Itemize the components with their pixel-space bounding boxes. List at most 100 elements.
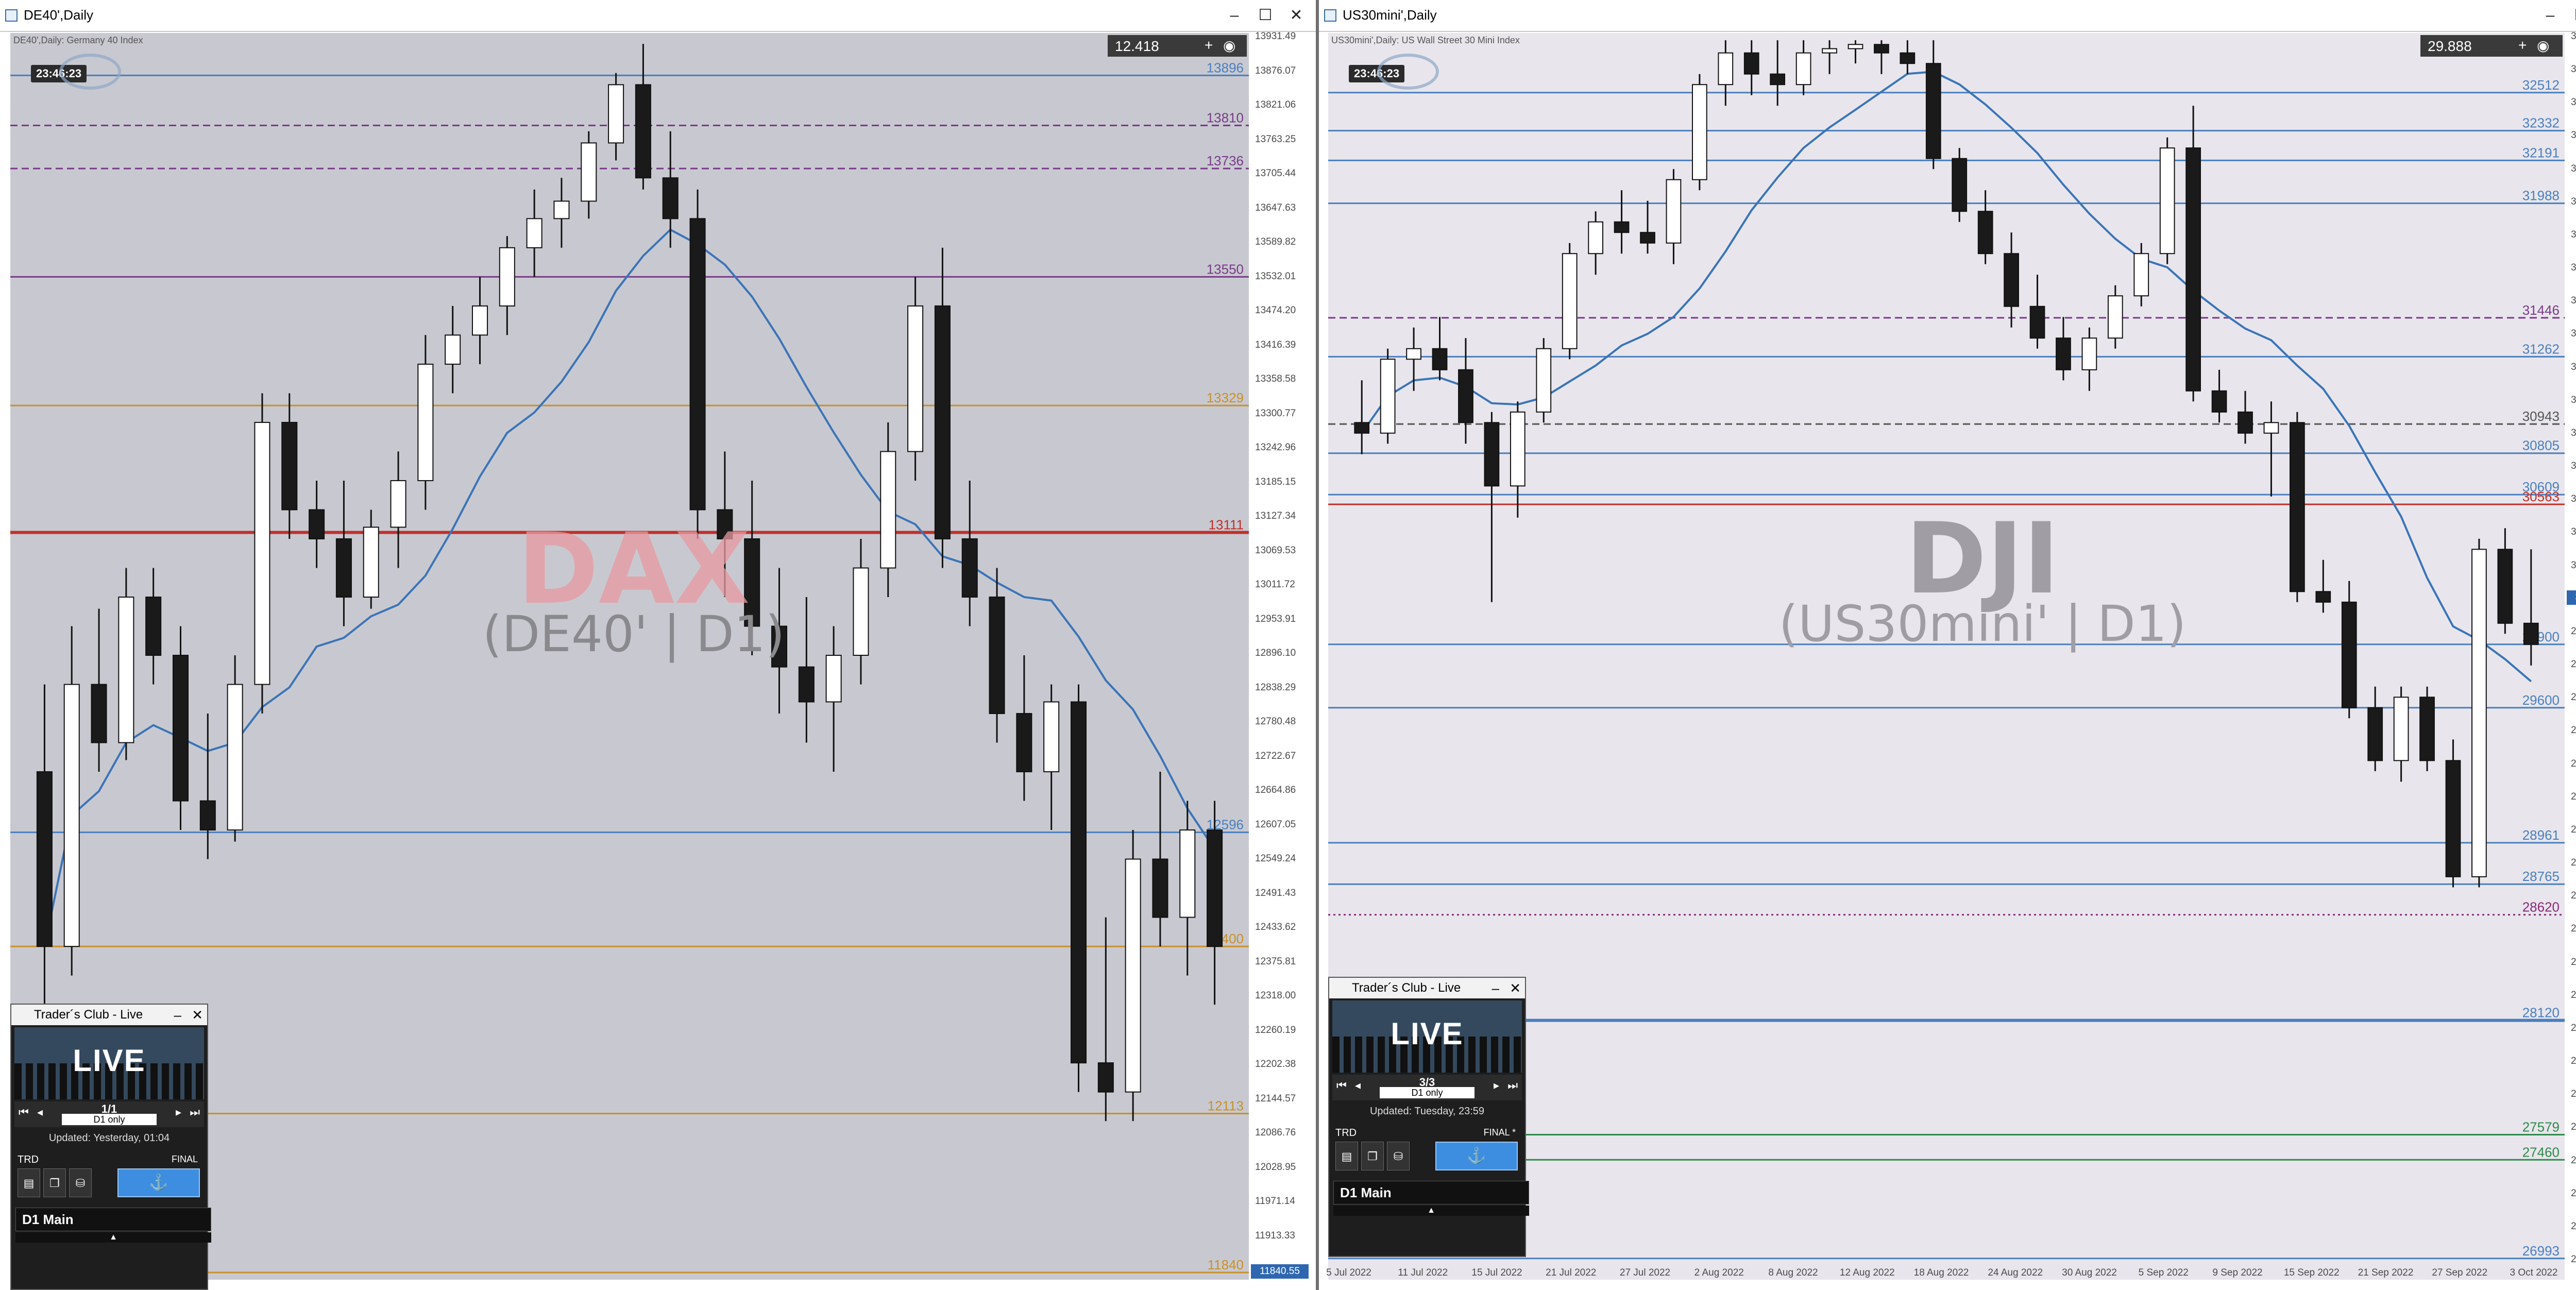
candle-body <box>2159 147 2175 254</box>
candle-body <box>744 538 760 627</box>
candle-body <box>1179 829 1196 918</box>
last-page-icon[interactable]: ⏭ <box>190 1106 200 1119</box>
panel-header[interactable]: Trader´s Club - Live – ✕ <box>1329 978 1525 998</box>
price-tick-label: 30577.53 <box>2571 494 2576 505</box>
candle-body <box>2419 697 2435 761</box>
candle-body <box>1432 348 1448 370</box>
price-tick-label: 27147.51 <box>2571 1220 2576 1232</box>
page-navigator[interactable]: ⏮ ◂ 1/1 D1 only ▸ ⏭ <box>14 1101 204 1127</box>
price-tick-label: 27615.24 <box>2571 1122 2576 1133</box>
page-navigator[interactable]: ⏮ ◂ 3/3 D1 only ▸ ⏭ <box>1332 1075 1522 1100</box>
moving-average-line <box>43 228 1216 947</box>
traders-club-panel-left[interactable]: Trader´s Club - Live – ✕ LIVE ⏮ ◂ 1/1 D1… <box>10 1004 211 1290</box>
minimize-button[interactable]: – <box>2536 4 2565 27</box>
dji-spread-box[interactable]: 29.888 + ◉ <box>2420 35 2563 57</box>
candle-body <box>2211 390 2227 413</box>
minimize-button[interactable]: – <box>1220 4 1249 27</box>
price-tick-label: 29018.43 <box>2571 824 2576 835</box>
price-tick-label: 32604.36 <box>2571 64 2576 75</box>
level-label-29600: 29600 <box>2522 692 2560 708</box>
candle-body <box>172 655 189 802</box>
next-page-icon[interactable]: ▸ <box>176 1106 181 1119</box>
live-banner: LIVE <box>14 1027 204 1099</box>
panel-close-button[interactable]: ✕ <box>1510 978 1521 998</box>
price-tick-label: 27927.06 <box>2571 1056 2576 1067</box>
panel-minimize-button[interactable]: – <box>174 1005 181 1025</box>
maximize-button[interactable]: ☐ <box>2567 4 2576 27</box>
date-tick-label: 27 Jul 2022 <box>1619 1267 1671 1278</box>
level-label-28961: 28961 <box>2522 827 2560 843</box>
price-tick-label: 13300.77 <box>1255 408 1296 419</box>
d1-only-label: D1 only <box>62 1114 157 1125</box>
windows-icon[interactable]: ❐ <box>1361 1142 1384 1170</box>
price-tick-label: 12838.29 <box>1255 682 1296 693</box>
price-tick-label: 12896.10 <box>1255 648 1296 658</box>
candle-body <box>335 538 352 598</box>
date-tick-label: 18 Aug 2022 <box>1913 1267 1969 1278</box>
price-tick-label: 28706.61 <box>2571 890 2576 902</box>
plus-icon[interactable]: + <box>1205 37 1213 54</box>
anchor-button[interactable]: ⚓ <box>117 1168 200 1197</box>
price-tick-label: 31980.72 <box>2571 196 2576 207</box>
candle-body <box>1562 253 1578 349</box>
dji-date-axis[interactable]: 5 Jul 2022 11 Jul 2022 15 Jul 2022 21 Jul 2… <box>1326 1265 2565 1281</box>
price-tick-label: 29486.16 <box>2571 725 2576 736</box>
candle-body <box>1152 858 1168 918</box>
price-tick-label: 32292.54 <box>2571 130 2576 141</box>
d1-main-label: D1 Main <box>1333 1181 1529 1204</box>
broker-logo <box>1377 54 1439 90</box>
document-icon[interactable]: ▤ <box>18 1168 40 1197</box>
panel-header[interactable]: Trader´s Club - Live – ✕ <box>11 1005 207 1025</box>
final-label: FINAL * <box>1483 1127 1516 1138</box>
candle-body <box>553 200 570 219</box>
settings-icon[interactable]: ◉ <box>2537 37 2549 54</box>
plus-icon[interactable]: + <box>2518 37 2527 54</box>
candle-body <box>36 771 53 947</box>
dji-price-axis[interactable]: 32760.27 32604.36 32448.45 32292.54 32136.63… <box>2567 31 2576 1280</box>
dax-chart-window[interactable]: DE40',Daily – ☐ ✕ 13896 13810 13736 13550 13… <box>0 0 1319 1290</box>
dji-window-titlebar[interactable]: US30mini',Daily – ☐ ✕ <box>1319 0 2576 32</box>
next-page-icon[interactable]: ▸ <box>1494 1079 1499 1092</box>
caret-up-icon[interactable]: ▲ <box>1333 1206 1529 1216</box>
database-icon[interactable]: ⛁ <box>69 1168 92 1197</box>
trd-label: TRD <box>1335 1127 1357 1139</box>
candle-body <box>771 625 788 668</box>
settings-icon[interactable]: ◉ <box>1223 37 1235 54</box>
candle-body <box>118 596 134 743</box>
price-tick-label: 28238.88 <box>2571 989 2576 1000</box>
panel-minimize-button[interactable]: – <box>1492 978 1499 998</box>
candle-body <box>1718 52 1734 86</box>
level-label-31446: 31446 <box>2522 302 2560 318</box>
anchor-button[interactable]: ⚓ <box>1435 1142 1518 1170</box>
candle-body <box>254 421 270 685</box>
price-tick-label: 12260.19 <box>1255 1024 1296 1036</box>
level-label-13550: 13550 <box>1207 261 1244 277</box>
date-tick-label: 24 Aug 2022 <box>1988 1267 2043 1278</box>
caret-up-icon[interactable]: ▲ <box>15 1232 211 1243</box>
dax-spread-value: 12.418 <box>1115 38 1159 54</box>
maximize-button[interactable]: ☐ <box>1251 4 1280 27</box>
price-tick-label: 13589.82 <box>1255 236 1296 247</box>
updated-timestamp: Updated: Yesterday, 01:04 <box>48 1132 170 1144</box>
dax-price-axis[interactable]: 13931.49 13876.07 13821.06 13763.25 13705.44… <box>1251 31 1309 1280</box>
level-label-12113: 12113 <box>1208 1098 1244 1113</box>
last-page-icon[interactable]: ⏭ <box>1507 1079 1518 1092</box>
candle-body <box>2263 422 2279 434</box>
level-label-27579: 27579 <box>2522 1119 2560 1134</box>
trd-label: TRD <box>18 1154 39 1165</box>
price-tick-label: 13931.49 <box>1255 31 1296 42</box>
candle-body <box>2445 760 2461 877</box>
dax-window-titlebar[interactable]: DE40',Daily – ☐ ✕ <box>0 0 1316 32</box>
database-icon[interactable]: ⛁ <box>1387 1142 1410 1170</box>
level-label-31262: 31262 <box>2522 341 2560 357</box>
panel-close-button[interactable]: ✕ <box>192 1005 203 1025</box>
close-button[interactable]: ✕ <box>1282 4 1311 27</box>
broker-logo <box>59 54 121 90</box>
document-icon[interactable]: ▤ <box>1335 1142 1358 1170</box>
windows-icon[interactable]: ❐ <box>43 1168 66 1197</box>
price-tick-label: 32760.27 <box>2571 31 2576 42</box>
traders-club-panel-right[interactable]: Trader´s Club - Live – ✕ LIVE ⏮ ◂ 3/3 D1… <box>1328 977 1529 1257</box>
candle-body <box>2497 549 2513 624</box>
candle-body <box>1900 52 1916 64</box>
dax-spread-box[interactable]: 12.418 + ◉ <box>1108 35 1247 57</box>
